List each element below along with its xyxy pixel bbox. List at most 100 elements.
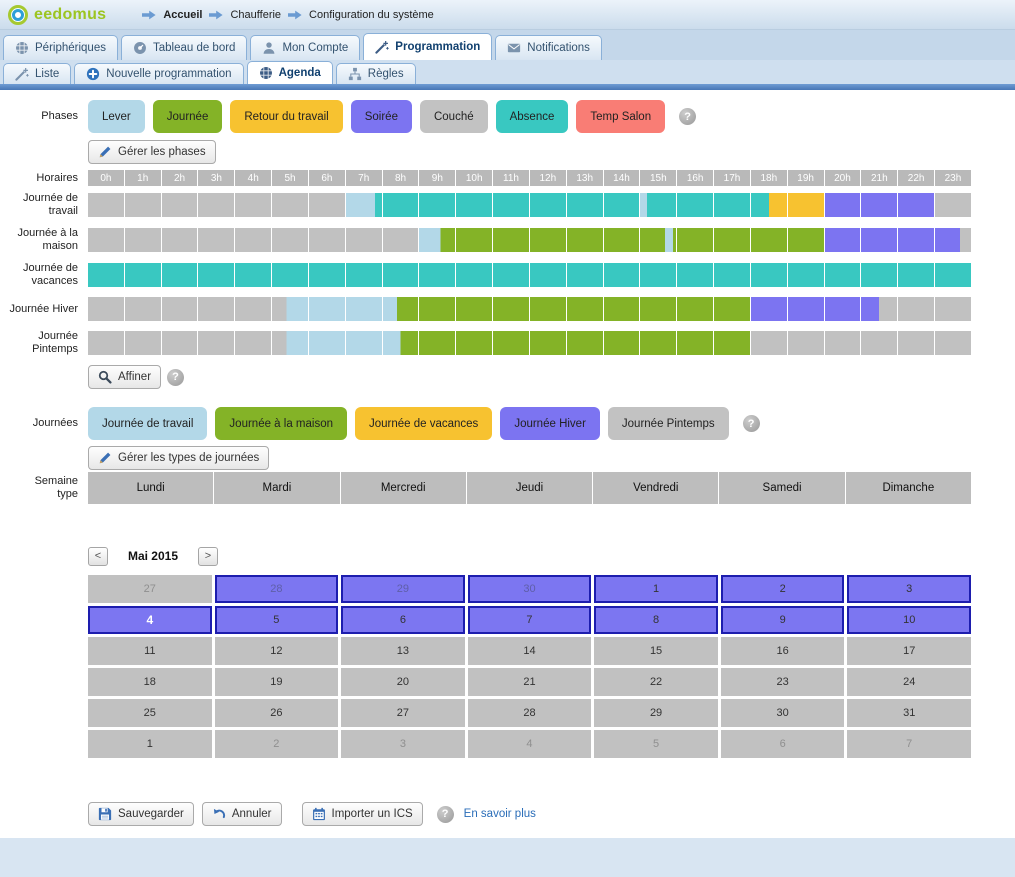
calendar-prev-button[interactable]: < bbox=[88, 547, 108, 566]
calendar-day-cell[interactable]: 22 bbox=[594, 668, 718, 696]
help-icon[interactable]: ? bbox=[437, 806, 454, 823]
calendar-day-cell[interactable]: 5 bbox=[594, 730, 718, 758]
timeline-hour-cell[interactable] bbox=[162, 297, 198, 321]
timeline-hour-cell[interactable] bbox=[567, 193, 603, 217]
calendar-day-cell[interactable]: 18 bbox=[88, 668, 212, 696]
timeline-hour-cell[interactable] bbox=[162, 331, 198, 355]
day-type-chip[interactable]: Journée de vacances bbox=[355, 407, 492, 440]
calendar-day-cell[interactable]: 7 bbox=[468, 606, 592, 634]
timeline-hour-cell[interactable] bbox=[309, 228, 345, 252]
subtab-nouvelle-programmation[interactable]: Nouvelle programmation bbox=[74, 63, 243, 84]
day-type-chip[interactable]: Journée Hiver bbox=[500, 407, 600, 440]
help-icon[interactable]: ? bbox=[743, 415, 760, 432]
timeline-hour-cell[interactable] bbox=[493, 297, 529, 321]
timeline-hour-cell[interactable] bbox=[88, 193, 124, 217]
timeline-hour-cell[interactable] bbox=[640, 263, 676, 287]
calendar-day-cell[interactable]: 8 bbox=[594, 606, 718, 634]
weekday-header-cell[interactable]: Mardi bbox=[214, 472, 339, 504]
breadcrumb-item[interactable]: Accueil bbox=[163, 9, 202, 21]
calendar-day-cell[interactable]: 30 bbox=[721, 699, 845, 727]
timeline-hour-cell[interactable] bbox=[198, 193, 234, 217]
timeline-hour-cell[interactable] bbox=[898, 297, 934, 321]
timeline-hour-cell[interactable] bbox=[88, 228, 124, 252]
timeline-hour-cell[interactable] bbox=[456, 297, 492, 321]
calendar-day-cell[interactable]: 26 bbox=[215, 699, 339, 727]
calendar-day-cell[interactable]: 3 bbox=[341, 730, 465, 758]
calendar-day-cell[interactable]: 6 bbox=[341, 606, 465, 634]
phase-chip[interactable]: Lever bbox=[88, 100, 145, 133]
timeline-hour-cell[interactable] bbox=[604, 263, 640, 287]
timeline-hour-cell[interactable] bbox=[640, 193, 676, 217]
calendar-day-cell[interactable]: 14 bbox=[468, 637, 592, 665]
tab-mon-compte[interactable]: Mon Compte bbox=[250, 35, 360, 60]
calendar-day-cell[interactable]: 10 bbox=[847, 606, 971, 634]
timeline-hour-cell[interactable] bbox=[788, 193, 824, 217]
timeline-hour-cell[interactable] bbox=[493, 331, 529, 355]
timeline-hour-cell[interactable] bbox=[235, 263, 271, 287]
timeline-hour-cell[interactable] bbox=[493, 263, 529, 287]
timeline-hour-cell[interactable] bbox=[825, 297, 861, 321]
phase-chip[interactable]: Journée bbox=[153, 100, 223, 133]
calendar-day-cell[interactable]: 4 bbox=[468, 730, 592, 758]
subtab-agenda[interactable]: Agenda bbox=[247, 61, 333, 84]
manage-day-types-button[interactable]: Gérer les types de journées bbox=[88, 446, 269, 470]
timeline-hour-cell[interactable] bbox=[162, 193, 198, 217]
timeline-hour-cell[interactable] bbox=[567, 331, 603, 355]
phase-chip[interactable]: Absence bbox=[496, 100, 569, 133]
timeline-hour-cell[interactable] bbox=[935, 331, 971, 355]
timeline-hour-cell[interactable] bbox=[714, 297, 750, 321]
timeline-hour-cell[interactable] bbox=[198, 263, 234, 287]
timeline-hour-cell[interactable] bbox=[604, 297, 640, 321]
timeline-hour-cell[interactable] bbox=[751, 297, 787, 321]
calendar-day-cell[interactable]: 28 bbox=[215, 575, 339, 603]
calendar-day-cell[interactable]: 17 bbox=[847, 637, 971, 665]
timeline-hour-cell[interactable] bbox=[751, 331, 787, 355]
help-icon[interactable]: ? bbox=[167, 369, 184, 386]
timeline-hour-cell[interactable] bbox=[383, 263, 419, 287]
timeline-hour-cell[interactable] bbox=[604, 228, 640, 252]
timeline-hour-cell[interactable] bbox=[640, 297, 676, 321]
timeline-hour-cell[interactable] bbox=[825, 228, 861, 252]
timeline-hour-cell[interactable] bbox=[567, 297, 603, 321]
calendar-day-cell[interactable]: 4 bbox=[88, 606, 212, 634]
timeline-hour-cell[interactable] bbox=[861, 297, 897, 321]
timeline-hour-cell[interactable] bbox=[788, 263, 824, 287]
calendar-day-cell[interactable]: 19 bbox=[215, 668, 339, 696]
breadcrumb-item[interactable]: Configuration du système bbox=[309, 9, 434, 21]
timeline-hour-cell[interactable] bbox=[162, 263, 198, 287]
calendar-day-cell[interactable]: 2 bbox=[721, 575, 845, 603]
timeline-hour-cell[interactable] bbox=[125, 297, 161, 321]
day-type-chip[interactable]: Journée à la maison bbox=[215, 407, 347, 440]
timeline-hour-cell[interactable] bbox=[788, 297, 824, 321]
calendar-day-cell[interactable]: 6 bbox=[721, 730, 845, 758]
timeline-hour-cell[interactable] bbox=[530, 331, 566, 355]
weekday-header-cell[interactable]: Dimanche bbox=[846, 472, 971, 504]
learn-more-link[interactable]: En savoir plus bbox=[464, 808, 536, 820]
timeline-hour-cell[interactable] bbox=[88, 297, 124, 321]
calendar-day-cell[interactable]: 21 bbox=[468, 668, 592, 696]
timeline-hour-cell[interactable] bbox=[604, 193, 640, 217]
calendar-day-cell[interactable]: 29 bbox=[594, 699, 718, 727]
timeline-hour-cell[interactable] bbox=[861, 331, 897, 355]
weekday-header-cell[interactable]: Samedi bbox=[719, 472, 844, 504]
calendar-day-cell[interactable]: 15 bbox=[594, 637, 718, 665]
timeline-hour-cell[interactable] bbox=[125, 228, 161, 252]
timeline-hour-cell[interactable] bbox=[419, 193, 455, 217]
timeline-hour-cell[interactable] bbox=[125, 263, 161, 287]
phase-chip[interactable]: Couché bbox=[420, 100, 488, 133]
import-ics-button[interactable]: Importer un ICS bbox=[302, 802, 423, 826]
timeline-hour-cell[interactable] bbox=[383, 193, 419, 217]
timeline-hour-cell[interactable] bbox=[456, 331, 492, 355]
calendar-day-cell[interactable]: 5 bbox=[215, 606, 339, 634]
affiner-button[interactable]: Affiner bbox=[88, 365, 161, 389]
timeline-hour-cell[interactable] bbox=[677, 331, 713, 355]
timeline-hour-cell[interactable] bbox=[272, 228, 308, 252]
timeline-hour-cell[interactable] bbox=[825, 193, 861, 217]
timeline-hour-cell[interactable] bbox=[751, 193, 787, 217]
timeline-hour-cell[interactable] bbox=[788, 331, 824, 355]
timeline-hour-cell[interactable] bbox=[788, 228, 824, 252]
timeline-hour-cell[interactable] bbox=[198, 331, 234, 355]
timeline-hour-cell[interactable] bbox=[272, 297, 308, 321]
calendar-day-cell[interactable]: 29 bbox=[341, 575, 465, 603]
tab-programmation[interactable]: Programmation bbox=[363, 33, 492, 60]
